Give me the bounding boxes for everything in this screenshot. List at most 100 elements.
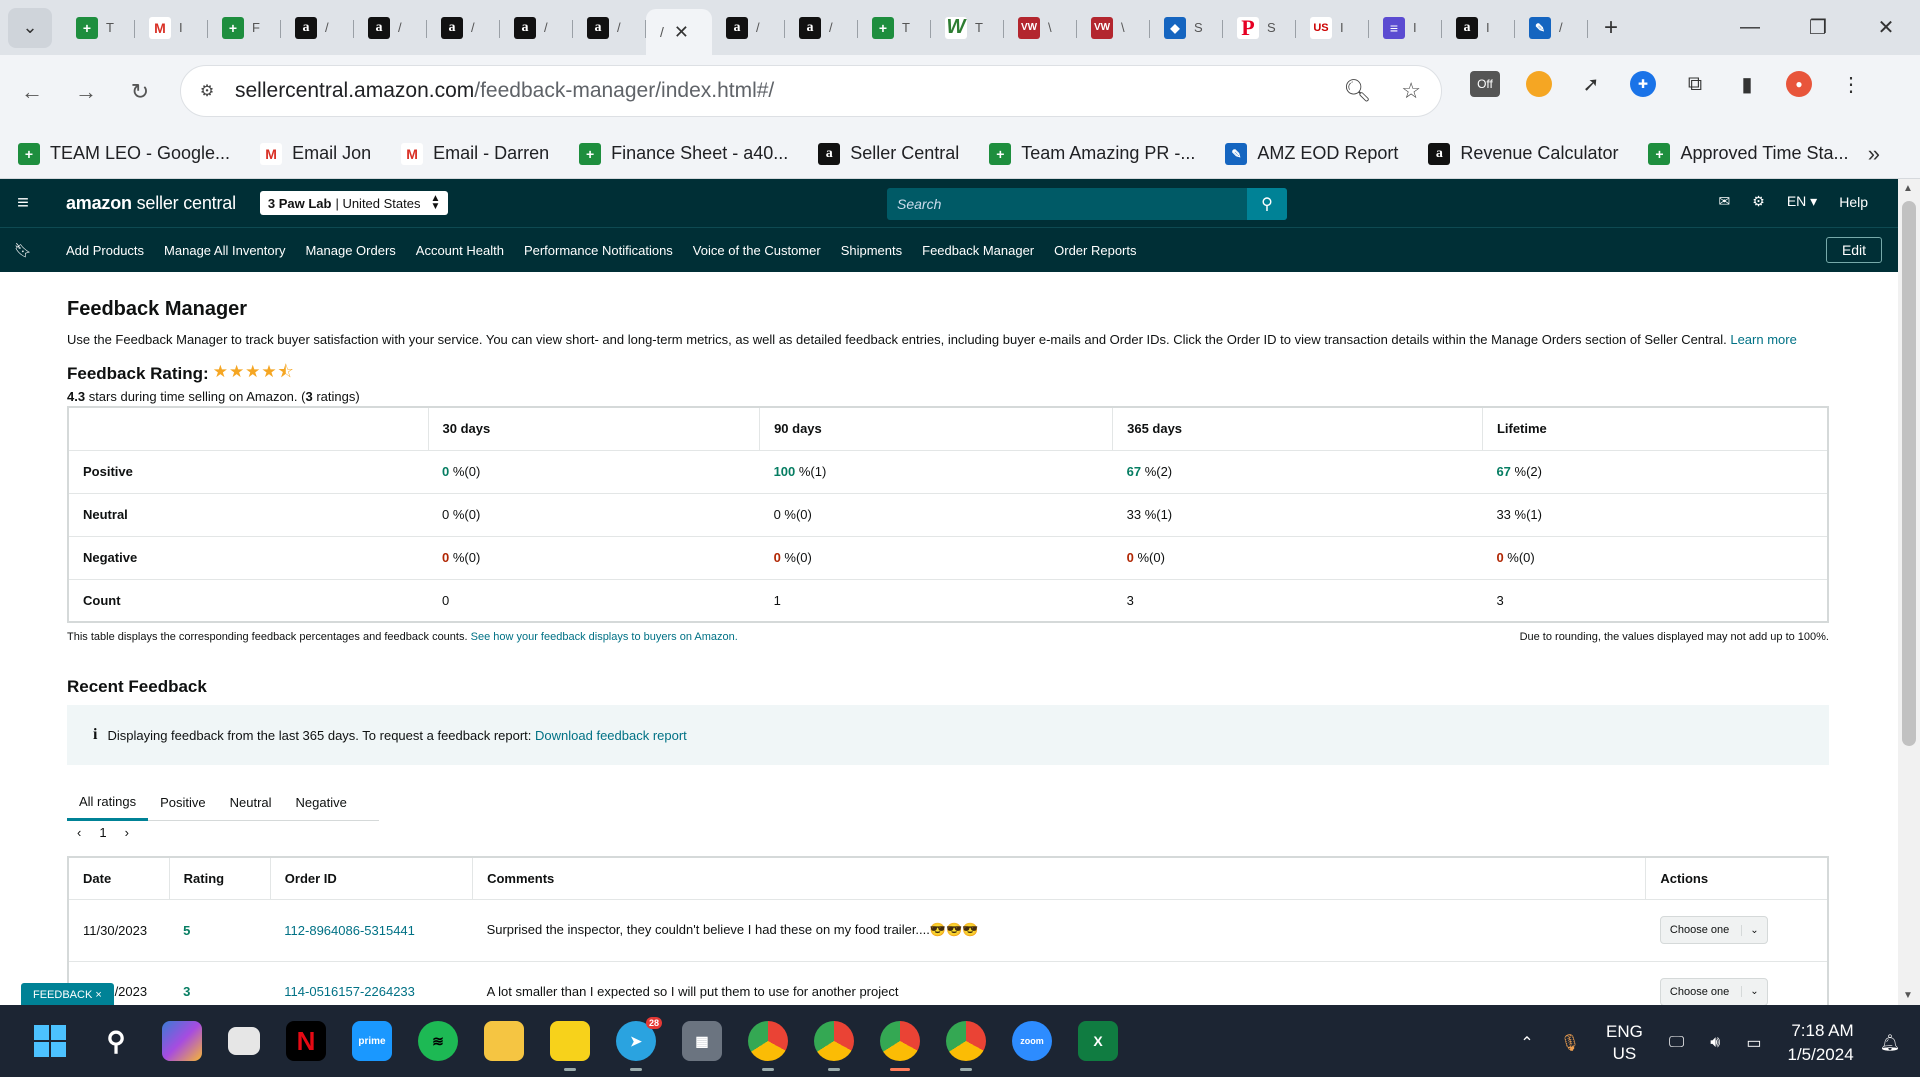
extension-blue-icon[interactable]: ✚ — [1630, 71, 1656, 97]
browser-tab[interactable]: a / — [281, 8, 354, 48]
browser-tab[interactable]: a / — [573, 8, 646, 48]
browser-tab[interactable]: MI — [135, 8, 208, 48]
bookmark-flag-icon[interactable]: 🔖︎ — [0, 242, 46, 259]
browser-tab[interactable]: ≡ I — [1369, 8, 1442, 48]
nav-item-performance-notifications[interactable]: Performance Notifications — [524, 243, 673, 258]
bookmark-item[interactable]: M Email Jon — [260, 142, 371, 165]
browser-tab[interactable]: WT — [931, 8, 1004, 48]
bookmark-item[interactable]: + Approved Time Sta... — [1648, 142, 1849, 165]
bookmark-item[interactable]: + TEAM LEO - Google... — [18, 142, 230, 165]
browser-tab[interactable]: + F — [208, 8, 281, 48]
more-menu-icon[interactable]: ⋮ — [1838, 71, 1864, 97]
browser-tab[interactable]: + T — [858, 8, 931, 48]
minimize-button[interactable]: — — [1716, 16, 1784, 39]
browser-tab[interactable]: a / — [712, 8, 785, 48]
prime-video-icon[interactable]: prime — [352, 1021, 392, 1061]
back-button[interactable]: ← — [10, 79, 54, 105]
browser-tab[interactable]: a / — [427, 8, 500, 48]
network-icon[interactable]: 🖵︎ — [1669, 1034, 1684, 1052]
prev-page-icon[interactable]: ‹ — [77, 825, 81, 840]
sc-search-bar[interactable]: Search ⚲ — [887, 188, 1287, 220]
edit-nav-button[interactable]: Edit — [1826, 237, 1882, 263]
action-select[interactable]: Choose one ⌄ — [1659, 916, 1768, 944]
page-number[interactable]: 1 — [99, 825, 106, 840]
scroll-down-icon[interactable]: ▼ — [1903, 990, 1913, 1001]
netflix-icon[interactable]: N — [286, 1021, 326, 1061]
nav-item-account-health[interactable]: Account Health — [416, 243, 504, 258]
microphone-icon[interactable]: 🎙︎ — [1560, 1033, 1580, 1053]
task-view-icon[interactable] — [228, 1027, 260, 1055]
scroll-thumb[interactable] — [1902, 201, 1916, 746]
browser-tab[interactable]: US I — [1296, 8, 1369, 48]
side-panel-icon[interactable]: ▮ — [1734, 71, 1760, 97]
extension-orange-icon[interactable] — [1526, 71, 1552, 97]
tab-search-button[interactable]: ⌄ — [8, 7, 52, 48]
zoom-app-icon[interactable]: zoom — [1012, 1021, 1052, 1061]
chrome-profile-icon[interactable] — [814, 1021, 854, 1071]
sc-search-input[interactable]: Search — [887, 196, 1247, 212]
chrome-profile-2-icon[interactable] — [946, 1021, 986, 1071]
gear-icon[interactable]: ⚙ — [1752, 193, 1765, 210]
restore-button[interactable]: ❐ — [1784, 15, 1852, 40]
nav-item-manage-orders[interactable]: Manage Orders — [305, 243, 395, 258]
browser-tab[interactable]: a / — [785, 8, 858, 48]
filter-tab-negative[interactable]: Negative — [284, 785, 359, 821]
file-explorer-icon[interactable] — [484, 1021, 524, 1061]
bookmark-item[interactable]: a Revenue Calculator — [1428, 142, 1618, 165]
feedback-display-link[interactable]: See how your feedback displays to buyers… — [471, 631, 738, 643]
tray-overflow-icon[interactable]: ⌃ — [1520, 1033, 1533, 1053]
browser-tab[interactable]: VW \ — [1004, 8, 1077, 48]
forward-button[interactable]: → — [64, 79, 108, 105]
reload-button[interactable]: ↻ — [118, 79, 162, 105]
search-icon[interactable]: ⚲ — [96, 1021, 136, 1061]
next-page-icon[interactable]: › — [125, 825, 129, 840]
scroll-up-icon[interactable]: ▲ — [1903, 183, 1913, 194]
feedback-widget-button[interactable]: FEEDBACK × — [21, 983, 114, 1007]
browser-tab[interactable]: a / — [354, 8, 427, 48]
copilot-icon[interactable] — [162, 1021, 202, 1061]
mail-icon[interactable]: ✉ — [1719, 193, 1731, 210]
browser-tab[interactable]: PS — [1223, 8, 1296, 48]
search-icon[interactable]: ⚲ — [1247, 188, 1287, 220]
download-report-link[interactable]: Download feedback report — [535, 728, 687, 743]
profile-avatar[interactable]: ● — [1786, 71, 1812, 97]
browser-tab[interactable]: a / — [500, 8, 573, 48]
store-selector[interactable]: 3 Paw Lab | United States ▲ ▼ — [259, 191, 449, 215]
nav-item-manage-all-inventory[interactable]: Manage All Inventory — [164, 243, 285, 258]
order-id-link[interactable]: 112-8964086-5315441 — [284, 923, 415, 938]
seller-central-logo[interactable]: amazon seller central — [66, 193, 236, 214]
notifications-icon[interactable]: 🔔︎ — [1880, 1033, 1900, 1053]
nav-item-feedback-manager[interactable]: Feedback Manager — [922, 243, 1034, 258]
telegram-icon[interactable]: ➤ 28 — [616, 1017, 662, 1071]
bookmarks-overflow-icon[interactable]: » — [1868, 141, 1880, 167]
calculator-icon[interactable]: ▦ — [682, 1021, 722, 1061]
bookmark-star-icon[interactable]: ☆ — [1401, 78, 1421, 104]
excel-icon[interactable]: X — [1078, 1021, 1118, 1061]
site-info-icon[interactable]: ⚙ — [195, 79, 219, 103]
chrome-active-icon[interactable] — [880, 1021, 920, 1071]
browser-tab[interactable]: + T — [62, 8, 135, 48]
nav-item-order-reports[interactable]: Order Reports — [1054, 243, 1136, 258]
nav-item-add-products[interactable]: Add Products — [66, 243, 144, 258]
browser-tab[interactable]: VW \ — [1077, 8, 1150, 48]
extensions-puzzle-icon[interactable]: ⧉ — [1682, 71, 1708, 97]
language-selector[interactable]: EN ▾ — [1787, 193, 1817, 210]
spotify-icon[interactable]: ≋ — [418, 1021, 458, 1061]
bookmark-item[interactable]: ✎ AMZ EOD Report — [1225, 142, 1398, 165]
browser-tab[interactable]: ✎ / — [1515, 8, 1588, 48]
browser-tab-active[interactable]: / ✕ — [646, 9, 712, 55]
help-link[interactable]: Help — [1839, 194, 1868, 210]
bookmark-item[interactable]: a Seller Central — [818, 142, 959, 165]
filter-tab-positive[interactable]: Positive — [148, 785, 218, 821]
url-text[interactable]: sellercentral.amazon.com/feedback-manage… — [235, 79, 774, 103]
close-window-button[interactable]: ✕ — [1852, 15, 1920, 40]
windows-start-icon[interactable] — [30, 1021, 70, 1061]
volume-icon[interactable]: 🔊︎ — [1710, 1034, 1720, 1052]
extension-off-icon[interactable]: Off — [1470, 71, 1500, 97]
browser-tab[interactable]: aI — [1442, 8, 1515, 48]
battery-icon[interactable]: ▭ — [1746, 1033, 1761, 1053]
clock[interactable]: 7:18 AM 1/5/2024 — [1788, 1019, 1854, 1067]
order-id-link[interactable]: 114-0516157-2264233 — [284, 984, 415, 999]
action-select[interactable]: Choose one ⌄ — [1659, 977, 1768, 1005]
chrome-icon[interactable] — [748, 1021, 788, 1071]
